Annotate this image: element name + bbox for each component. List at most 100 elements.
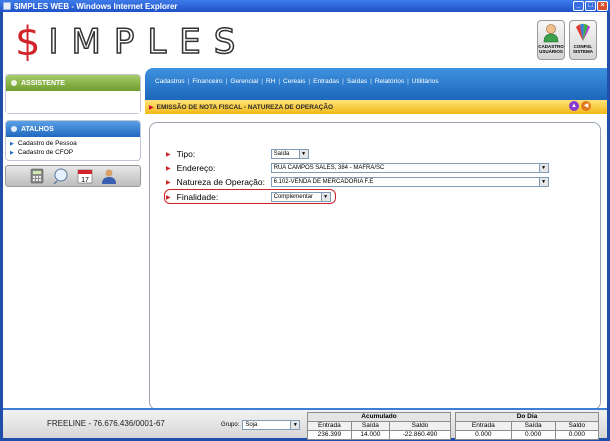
menu-rh[interactable]: RH <box>266 78 275 85</box>
dodia-saida: 0.000 <box>510 430 556 440</box>
arrow-right-icon: ▶ <box>10 140 14 147</box>
main-menu: Cadastros | Financeiro | Gerencial | RH | Ce… <box>155 78 439 85</box>
atalhos-panel: ATALHOS ▶ Cadastro de Pessoa ▶ Cadastro … <box>5 120 141 161</box>
grupo-value: Soja <box>245 422 258 428</box>
simples-logo: $ IMPLES <box>15 19 248 65</box>
dodia-header-entrada: Entrada <box>455 421 512 431</box>
shortcut-cadastro-cfop[interactable]: ▶ Cadastro de CFOP <box>10 149 136 156</box>
chevron-down-icon: ▼ <box>538 178 548 186</box>
minimize-button[interactable]: _ <box>573 1 584 11</box>
svg-text:17: 17 <box>81 177 89 184</box>
menu-gerencial[interactable]: Gerencial <box>230 78 258 85</box>
acumulado-entrada: 236.399 <box>307 430 352 440</box>
assistente-panel: ASSISTENTE <box>5 74 141 114</box>
bullet-icon <box>11 126 17 132</box>
arrow-right-icon: ▶ <box>166 194 171 201</box>
atalhos-header[interactable]: ATALHOS <box>6 121 140 137</box>
finalidade-value: Complementar <box>273 194 313 200</box>
status-footer: FREELINE - 76.676.436/0001-67 Grupo: Soj… <box>3 408 607 440</box>
acumulado-table: Acumulado Entrada Saída Saldo 236.399 14… <box>307 412 452 440</box>
assistente-body <box>6 91 140 113</box>
grupo-label: Grupo: <box>221 422 240 428</box>
acumulado-title: Acumulado <box>307 412 451 422</box>
arrow-right-icon: ▶ <box>166 179 171 186</box>
menu-saidas[interactable]: Saídas <box>347 78 367 85</box>
left-sidebar: ASSISTENTE ATALHOS ▶ Cadastro de Pessoa … <box>3 74 143 404</box>
menu-entradas[interactable]: Entradas <box>313 78 339 85</box>
finalidade-label: Finalidade: <box>176 192 219 202</box>
app-header: $ IMPLES CADASTRO USUÁRIOS CONFIG. SISTE… <box>3 12 607 72</box>
shortcut-label: Cadastro de Pessoa <box>17 140 77 147</box>
ie-icon <box>3 2 11 10</box>
chevron-down-icon: ▼ <box>320 193 330 201</box>
arrow-right-icon: ▶ <box>166 151 171 158</box>
browser-window: $ IMPLES CADASTRO USUÁRIOS CONFIG. SISTE… <box>3 12 607 440</box>
nav-buttons: ▲ ◀ <box>569 101 591 111</box>
search-icon[interactable] <box>53 168 69 184</box>
user-icon <box>543 24 559 43</box>
menu-cereais[interactable]: Cereais <box>283 78 305 85</box>
finalidade-select[interactable]: Complementar ▼ <box>270 192 331 202</box>
natureza-label: Natureza de Operação: <box>176 177 265 187</box>
config-sistema-button[interactable]: CONFIG. SISTEMA <box>569 20 597 60</box>
dodia-saldo: 0.000 <box>554 430 600 440</box>
window-controls: _ □ × <box>573 1 608 11</box>
menu-financeiro[interactable]: Financeiro <box>192 78 222 85</box>
tipo-select[interactable]: Saída ▼ <box>270 149 309 159</box>
shortcut-cadastro-pessoa[interactable]: ▶ Cadastro de Pessoa <box>10 140 136 147</box>
bullet-icon <box>11 80 17 86</box>
endereco-select[interactable]: RUA CAMPOS SALES, 384 - MAFRA/SC ▼ <box>270 163 549 173</box>
acumulado-header-saldo: Saldo <box>388 421 452 431</box>
finalidade-row: ▶ Finalidade: Complementar ▼ <box>166 192 331 202</box>
menu-cadastros[interactable]: Cadastros <box>155 78 185 85</box>
atalhos-body: ▶ Cadastro de Pessoa ▶ Cadastro de CFOP <box>6 137 140 160</box>
dodia-title: Do Dia <box>455 412 599 422</box>
assistente-title: ASSISTENTE <box>21 79 65 87</box>
calendar-icon[interactable]: 17 <box>77 168 93 184</box>
window-titlebar: $IMPLES WEB - Windows Internet Explorer … <box>0 0 610 12</box>
tipo-value: Saída <box>273 151 290 157</box>
logo-dollar: $ <box>15 19 41 65</box>
grupo-select[interactable]: Soja ▼ <box>242 420 301 430</box>
content-header: ▶ EMISSÃO DE NOTA FISCAL - NATUREZA DE O… <box>145 100 607 114</box>
endereco-value: RUA CAMPOS SALES, 384 - MAFRA/SC <box>273 165 385 171</box>
endereco-label: Endereço: <box>176 163 216 173</box>
endereco-row: ▶ Endereço: RUA CAMPOS SALES, 384 - MAFR… <box>166 163 549 173</box>
assistente-header[interactable]: ASSISTENTE <box>6 75 140 91</box>
natureza-select[interactable]: 6.102-VENDA DE MERCADORIA F.E ▼ <box>270 177 549 187</box>
color-palette-icon <box>576 23 590 41</box>
form-container: ▶ Tipo: Saída ▼ ▶ Endereço: RUA CAMPOS S… <box>149 122 601 410</box>
calculator-icon[interactable] <box>29 168 45 184</box>
window-title: $IMPLES WEB - Windows Internet Explorer <box>14 1 178 11</box>
dodia-entrada: 0.000 <box>455 430 512 440</box>
cadastro-usuarios-button[interactable]: CADASTRO USUÁRIOS <box>537 20 565 60</box>
arrow-right-icon: ▶ <box>149 104 154 111</box>
nav-up-button[interactable]: ▲ <box>569 101 579 111</box>
dodia-table: Do Dia Entrada Saída Saldo 0.000 0.000 0… <box>455 412 600 440</box>
acumulado-saida: 14.000 <box>350 430 390 440</box>
menu-relatorios[interactable]: Relatórios <box>375 78 404 85</box>
config-sistema-label: CONFIG. SISTEMA <box>572 44 593 54</box>
user-profile-icon[interactable] <box>101 168 117 184</box>
chevron-down-icon: ▼ <box>538 164 548 172</box>
cadastro-usuarios-label: CADASTRO USUÁRIOS <box>538 44 564 54</box>
atalhos-title: ATALHOS <box>21 125 54 133</box>
tipo-label: Tipo: <box>176 149 196 159</box>
tools-bar: 17 <box>5 165 141 187</box>
arrow-right-icon: ▶ <box>10 149 14 156</box>
dodia-header-saldo: Saldo <box>554 421 600 431</box>
acumulado-header-entrada: Entrada <box>307 421 352 431</box>
natureza-row: ▶ Natureza de Operação: 6.102-VENDA DE M… <box>166 177 549 187</box>
dodia-header-saida: Saída <box>510 421 556 431</box>
page-title: EMISSÃO DE NOTA FISCAL - NATUREZA DE OPE… <box>156 103 334 111</box>
acumulado-saldo: -22.860.490 <box>388 430 452 440</box>
menu-utilitarios[interactable]: Utilitários <box>412 78 439 85</box>
main-menu-bar: Cadastros | Financeiro | Gerencial | RH | Ce… <box>145 68 607 102</box>
acumulado-header-saida: Saída <box>350 421 390 431</box>
chevron-down-icon: ▼ <box>298 150 308 158</box>
close-button[interactable]: × <box>597 1 608 11</box>
maximize-button[interactable]: □ <box>585 1 596 11</box>
natureza-value: 6.102-VENDA DE MERCADORIA F.E <box>273 179 374 185</box>
grupo-field: Grupo: Soja ▼ <box>221 420 301 430</box>
nav-back-button[interactable]: ◀ <box>581 101 591 111</box>
